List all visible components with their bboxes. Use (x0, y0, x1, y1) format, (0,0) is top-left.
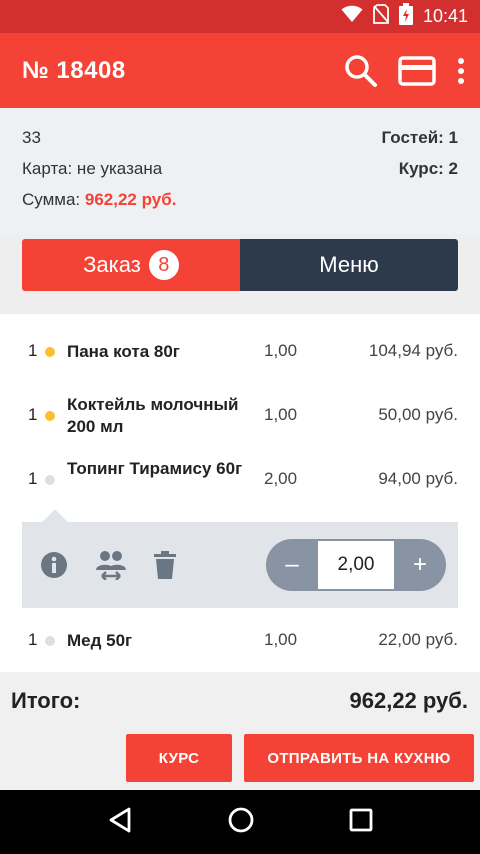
panel-notch (42, 509, 68, 535)
table-number: 33 (22, 128, 41, 147)
item-price: 50,00 руб. (378, 405, 458, 424)
tab-order[interactable]: Заказ 8 (22, 239, 240, 291)
tabs-container: Заказ 8 Меню (0, 234, 480, 314)
decrement-button[interactable]: – (266, 539, 318, 591)
wifi-icon (341, 5, 363, 28)
app-actions (344, 33, 466, 108)
item-index: 1 (28, 469, 38, 488)
delete-icon[interactable] (154, 551, 176, 584)
system-nav-bar (0, 790, 480, 854)
list-item[interactable]: 1 Топинг Тирамису 60г 2,00 94,00 руб. (0, 458, 480, 502)
more-vert-icon[interactable] (456, 57, 466, 85)
no-sim-icon (373, 4, 389, 29)
status-dot-icon (45, 636, 55, 646)
tab-order-label: Заказ (83, 252, 141, 277)
item-edit-panel: – + (22, 509, 458, 608)
item-name: Пана кота 80г (67, 342, 180, 361)
quantity-stepper: – + (266, 539, 446, 591)
sum-label: Сумма: (22, 190, 81, 209)
home-icon[interactable] (227, 806, 255, 839)
course-number: Курс: 2 (398, 159, 458, 178)
order-number-title: № 18408 (22, 56, 126, 84)
search-icon[interactable] (344, 54, 378, 88)
guests-count: Гостей: 1 (381, 128, 458, 147)
card-status: Карта: не указана (22, 159, 163, 178)
recents-icon[interactable] (349, 808, 373, 837)
order-count-badge: 8 (148, 250, 179, 280)
status-time: 10:41 (422, 6, 468, 26)
item-qty: 1,00 (264, 341, 298, 360)
course-button[interactable]: КУРС (126, 734, 232, 782)
order-info-right: Гостей: 1 Курс: 2 (382, 122, 458, 184)
total-label: Итого: (11, 688, 81, 713)
app-bar: № 18408 (0, 33, 480, 108)
item-name: Коктейль молочный 200 мл (67, 395, 239, 436)
transfer-guests-icon[interactable] (94, 550, 128, 585)
back-icon[interactable] (107, 806, 133, 839)
total-bar: Итого: 962,22 руб. КУРС ОТПРАВИТЬ НА КУХ… (0, 672, 480, 790)
card-icon[interactable] (398, 55, 436, 86)
increment-button[interactable]: + (394, 539, 446, 591)
status-dot-icon (45, 347, 55, 357)
battery-icon (398, 3, 413, 30)
status-dot-icon (45, 411, 55, 421)
item-index: 1 (28, 405, 38, 424)
item-name: Мед 50г (67, 631, 133, 650)
order-info-panel: 33 Карта: не указана Сумма: 962,22 руб. … (0, 108, 480, 234)
item-price: 94,00 руб. (378, 469, 458, 488)
sum-value: 962,22 руб. (84, 190, 177, 209)
info-icon[interactable] (40, 551, 68, 584)
order-info-left: 33 Карта: не указана Сумма: 962,22 руб. (22, 122, 176, 215)
tab-menu-label: Меню (319, 252, 379, 277)
status-bar: 10:41 (0, 0, 480, 33)
status-dot-icon (45, 475, 55, 485)
total-value: 962,22 руб. (349, 688, 469, 713)
send-to-kitchen-button[interactable]: ОТПРАВИТЬ НА КУХНЮ (244, 734, 474, 782)
order-item-list: 1 Пана кота 80г 1,00 104,94 руб. 1 Кокте… (0, 314, 480, 672)
list-item[interactable]: 1 Пана кота 80г 1,00 104,94 руб. (0, 341, 480, 363)
order-sum: Сумма: 962,22 руб. (22, 184, 176, 215)
list-item[interactable]: 1 Коктейль молочный 200 мл 1,00 50,00 ру… (0, 394, 480, 438)
list-item[interactable]: 1 Мед 50г 1,00 22,00 руб. (0, 630, 480, 652)
item-qty: 2,00 (264, 469, 298, 488)
item-price: 22,00 руб. (378, 630, 458, 649)
quantity-input[interactable] (318, 541, 394, 589)
item-qty: 1,00 (264, 630, 298, 649)
item-qty: 1,00 (264, 405, 298, 424)
tab-menu[interactable]: Меню (240, 239, 458, 291)
item-price: 104,94 руб. (368, 341, 458, 360)
item-index: 1 (28, 341, 38, 360)
item-name: Топинг Тирамису 60г (67, 459, 243, 478)
item-actions (40, 550, 176, 585)
item-index: 1 (28, 630, 38, 649)
